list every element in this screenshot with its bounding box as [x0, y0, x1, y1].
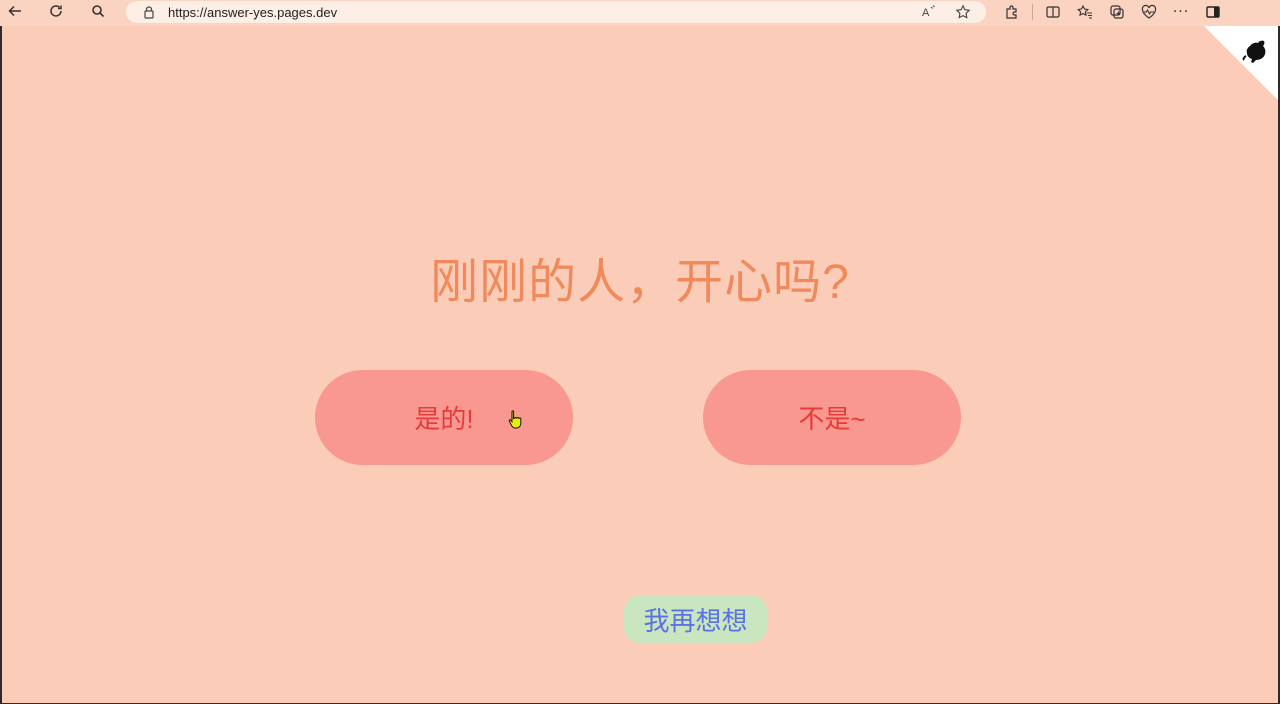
yes-button-label: 是的!	[414, 404, 474, 434]
refresh-icon	[50, 5, 62, 17]
url-text: https://answer-yes.pages.dev	[168, 4, 338, 20]
no-button[interactable]: 不是~	[703, 370, 961, 465]
search-button[interactable]	[85, 0, 111, 22]
back-button[interactable]	[2, 0, 28, 22]
hand-cursor-icon	[508, 410, 522, 429]
favorites-list-icon	[1077, 4, 1092, 19]
collections-button[interactable]	[1101, 0, 1133, 24]
think-again-button[interactable]: 我再想想	[624, 595, 767, 643]
page-title: 刚刚的人，开心吗?	[430, 256, 850, 309]
read-aloud-icon[interactable]: A	[918, 1, 940, 23]
split-screen-icon	[1046, 6, 1060, 18]
arrow-left-icon	[8, 5, 21, 17]
extensions-button[interactable]	[996, 0, 1028, 24]
heart-pulse-icon	[1141, 4, 1157, 19]
address-bar[interactable]: https://answer-yes.pages.dev A	[126, 1, 986, 23]
ellipsis-icon: ···	[1172, 4, 1190, 20]
health-button[interactable]	[1133, 0, 1165, 24]
collections-icon	[1110, 5, 1124, 19]
search-icon	[92, 5, 105, 18]
refresh-button[interactable]	[43, 0, 69, 22]
no-button-label: 不是~	[798, 404, 866, 434]
puzzle-icon	[1006, 5, 1017, 19]
favorite-star-icon[interactable]	[952, 1, 974, 23]
split-screen-button[interactable]	[1037, 0, 1069, 24]
divider	[1032, 4, 1033, 20]
yes-button[interactable]: 是的!	[315, 370, 573, 465]
github-corner-icon[interactable]	[1204, 26, 1278, 100]
browser-toolbar: https://answer-yes.pages.dev A ···	[0, 0, 1280, 26]
favorites-button[interactable]	[1069, 0, 1101, 24]
svg-text:A: A	[922, 7, 930, 19]
sidebar-toggle-button[interactable]	[1197, 0, 1229, 24]
think-again-label: 我再想想	[643, 605, 748, 636]
page-content: 刚刚的人，开心吗? 是的! 不是~ 我再想想	[2, 26, 1278, 704]
lock-icon	[144, 6, 154, 19]
sidebar-icon	[1206, 6, 1220, 18]
more-options-button[interactable]: ···	[1165, 0, 1197, 24]
